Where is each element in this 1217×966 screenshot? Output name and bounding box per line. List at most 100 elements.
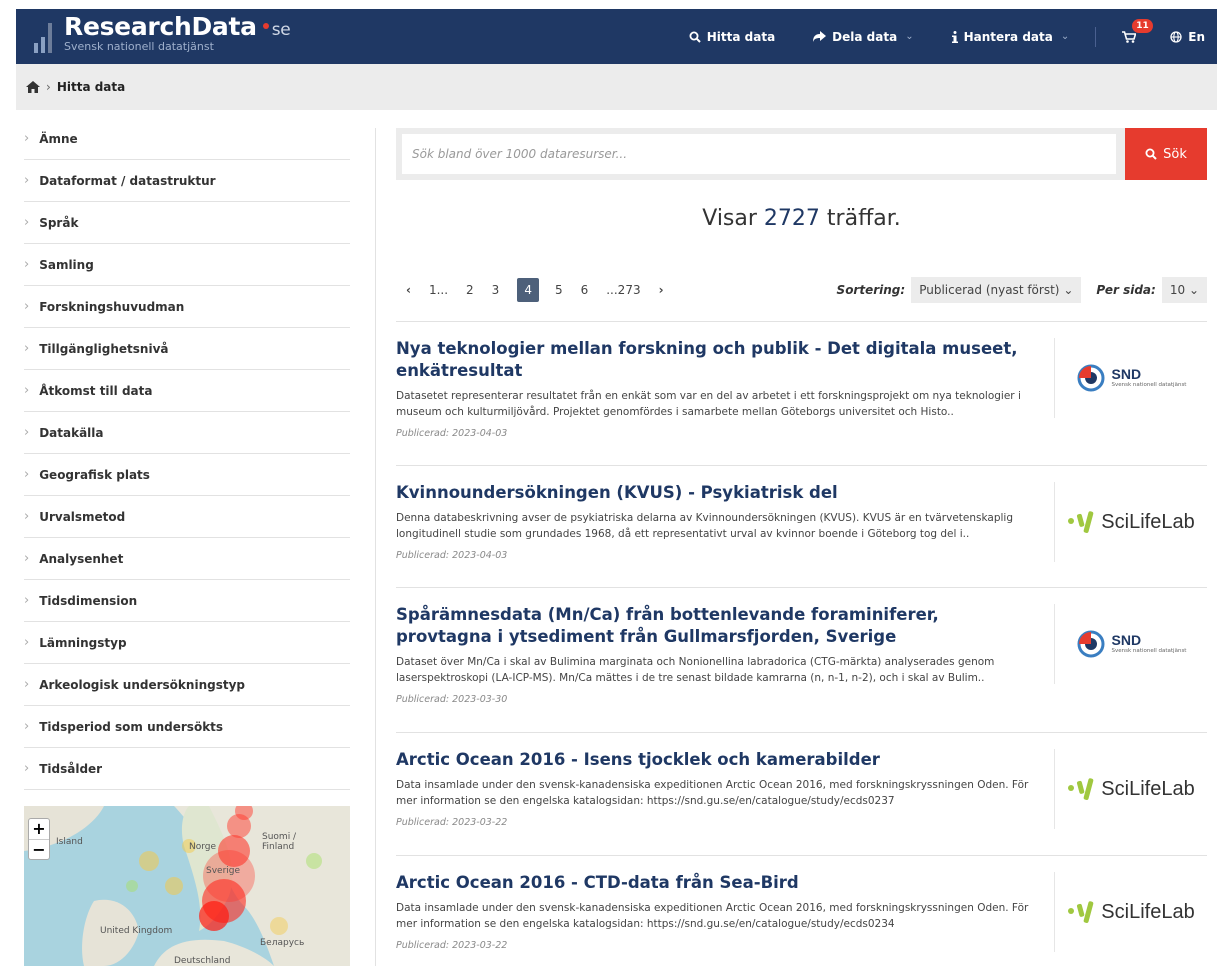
facet-data-source[interactable]: › Datakälla — [24, 412, 350, 454]
publisher-logo-scilifelab[interactable]: SciLifeLab — [1054, 749, 1207, 829]
zoom-in-button[interactable]: + — [29, 819, 49, 839]
result-title[interactable]: Spårämnesdata (Mn/Ca) från bottenlevande… — [396, 604, 1036, 648]
facet-analysis-unit[interactable]: › Analysenhet — [24, 538, 350, 580]
scilifelab-mark-icon — [1068, 778, 1094, 800]
result-body: Arctic Ocean 2016 - Isens tjocklek och k… — [396, 733, 1036, 828]
map-label-iceland: Island — [56, 837, 83, 847]
scilifelab-name: SciLifeLab — [1101, 510, 1195, 533]
brand-logo[interactable]: ResearchData se — [64, 12, 291, 41]
result-item: Spårämnesdata (Mn/Ca) från bottenlevande… — [396, 588, 1207, 733]
brand-bars-icon[interactable] — [34, 23, 64, 53]
nav-find-data[interactable]: Hitta data — [689, 30, 775, 44]
page-link-active[interactable]: 4 — [517, 278, 539, 302]
hit-number: 2727 — [763, 206, 820, 231]
result-description: Datasetet representerar resultatet från … — [396, 390, 1021, 418]
info-icon — [951, 30, 958, 43]
facet-label: Åtkomst till data — [39, 383, 153, 398]
nav-manage-data[interactable]: Hantera data ⌄ — [951, 30, 1070, 44]
page-link[interactable]: 3 — [492, 283, 500, 297]
facet-remains-type[interactable]: › Lämningstyp — [24, 622, 350, 664]
result-title[interactable]: Nya teknologier mellan forskning och pub… — [396, 338, 1036, 382]
chevron-right-icon: › — [24, 593, 30, 608]
page-link[interactable]: 1... — [429, 283, 448, 297]
facet-collection[interactable]: › Samling — [24, 244, 350, 286]
chevron-right-icon: › — [24, 257, 30, 272]
facet-label: Tillgänglighetsnivå — [39, 341, 169, 356]
chevron-right-icon: › — [24, 467, 30, 482]
search-icon — [1145, 148, 1157, 160]
chevron-right-icon: › — [24, 719, 30, 734]
chevron-right-icon: › — [24, 341, 30, 356]
publisher-logo-scilifelab[interactable]: SciLifeLab — [1054, 482, 1207, 562]
facet-sidebar: › Ämne › Dataformat / datastruktur › Språk … — [24, 118, 350, 790]
publisher-logo-scilifelab[interactable]: SciLifeLab — [1054, 872, 1207, 952]
home-icon[interactable] — [26, 81, 40, 93]
chevron-right-icon: › — [24, 509, 30, 524]
map-label-belarus: Беларусь — [260, 938, 305, 948]
result-date: Publicerad: 2023-03-22 — [396, 940, 508, 951]
facet-language[interactable]: › Språk — [24, 202, 350, 244]
pagination-bar: ‹ 1... 2 3 4 5 6 ...273 › Sortering: Pub… — [396, 276, 1207, 304]
facet-data-format[interactable]: › Dataformat / datastruktur — [24, 160, 350, 202]
facet-archaeology-type[interactable]: › Arkeologisk undersökningstyp — [24, 664, 350, 706]
map-label-uk: United Kingdom — [100, 926, 173, 936]
publisher-logo-snd[interactable]: SND Svensk nationell datatjänst — [1054, 338, 1207, 418]
cart-button[interactable]: 11 — [1122, 18, 1153, 43]
chevron-down-icon: ⌄ — [1060, 31, 1070, 42]
facet-time-period[interactable]: › Tidsperiod som undersökts — [24, 706, 350, 748]
per-page-select[interactable]: 10 ⌄ — [1161, 277, 1207, 303]
snd-logo: SND Svensk nationell datatjänst — [1076, 629, 1187, 659]
result-title[interactable]: Kvinnoundersökningen (KVUS) - Psykiatris… — [396, 482, 1036, 504]
breadcrumb-current: Hitta data — [56, 80, 126, 94]
result-date: Publicerad: 2023-03-22 — [396, 817, 508, 828]
facet-label: Forskningshuvudman — [39, 299, 185, 314]
publisher-logo-snd[interactable]: SND Svensk nationell datatjänst — [1054, 604, 1207, 684]
result-title[interactable]: Arctic Ocean 2016 - CTD-data från Sea-Bi… — [396, 872, 1036, 894]
facet-label: Arkeologisk undersökningstyp — [39, 677, 245, 692]
facet-access-level[interactable]: › Tillgänglighetsnivå — [24, 328, 350, 370]
zoom-out-button[interactable]: − — [29, 839, 49, 859]
sort-controls: Sortering: Publicerad (nyast först) ⌄ Pe… — [837, 277, 1207, 303]
facet-label: Samling — [39, 257, 94, 272]
snd-logo: SND Svensk nationell datatjänst — [1076, 363, 1186, 393]
globe-icon — [1170, 30, 1182, 43]
facet-sampling[interactable]: › Urvalsmetod — [24, 496, 350, 538]
search-input[interactable]: Sök bland över 1000 dataresurser... — [402, 134, 1116, 174]
language-switch[interactable]: En — [1170, 30, 1205, 44]
facet-label: Analysenhet — [39, 551, 124, 566]
facet-data-access[interactable]: › Åtkomst till data — [24, 370, 350, 412]
facet-label: Ämne — [39, 131, 78, 146]
facet-label: Lämningstyp — [39, 635, 127, 650]
page-link[interactable]: 6 — [581, 283, 589, 297]
facet-principal[interactable]: › Forskningshuvudman — [24, 286, 350, 328]
facet-subject[interactable]: › Ämne — [24, 118, 350, 160]
snd-swirl-icon — [1077, 364, 1105, 392]
results-list: Nya teknologier mellan forskning och pub… — [396, 322, 1207, 966]
facet-time-dimension[interactable]: › Tidsdimension — [24, 580, 350, 622]
site-header: ResearchData se Svensk nationell datatjän… — [16, 9, 1217, 64]
sort-select[interactable]: Publicerad (nyast först) ⌄ — [911, 277, 1082, 303]
search-button[interactable]: Sök — [1125, 128, 1207, 180]
prev-page-button[interactable]: ‹ — [406, 283, 411, 297]
main-nav: Hitta data Dela data ⌄ Hantera data ⌄ 11… — [651, 9, 1217, 64]
heatmap-map[interactable]: + − Island Norge Suomi / Finland Sverige… — [24, 806, 350, 966]
page-link[interactable]: 5 — [555, 283, 563, 297]
facet-age[interactable]: › Tidsålder — [24, 748, 350, 790]
next-page-button[interactable]: › — [659, 283, 664, 297]
facet-geographic[interactable]: › Geografisk plats — [24, 454, 350, 496]
nav-share-data[interactable]: Dela data ⌄ — [813, 30, 914, 44]
sort-label: Sortering: — [836, 283, 906, 297]
result-description: Data insamlade under den svensk-kanadens… — [396, 779, 1029, 807]
result-item: Nya teknologier mellan forskning och pub… — [396, 322, 1207, 466]
snd-sub: Svensk nationell datatjänst — [1111, 648, 1187, 655]
page-link[interactable]: ...273 — [606, 283, 640, 297]
facet-label: Tidsperiod som undersökts — [39, 719, 224, 734]
page-link[interactable]: 2 — [466, 283, 474, 297]
facet-label: Tidsdimension — [39, 593, 138, 608]
facet-label: Geografisk plats — [39, 467, 150, 482]
snd-swirl-icon — [1077, 630, 1105, 658]
result-title[interactable]: Arctic Ocean 2016 - Isens tjocklek och k… — [396, 749, 1036, 771]
result-item: Arctic Ocean 2016 - CTD-data från Sea-Bi… — [396, 856, 1207, 966]
result-item: Arctic Ocean 2016 - Isens tjocklek och k… — [396, 733, 1207, 856]
map-label-finland: Suomi / Finland — [262, 832, 297, 852]
